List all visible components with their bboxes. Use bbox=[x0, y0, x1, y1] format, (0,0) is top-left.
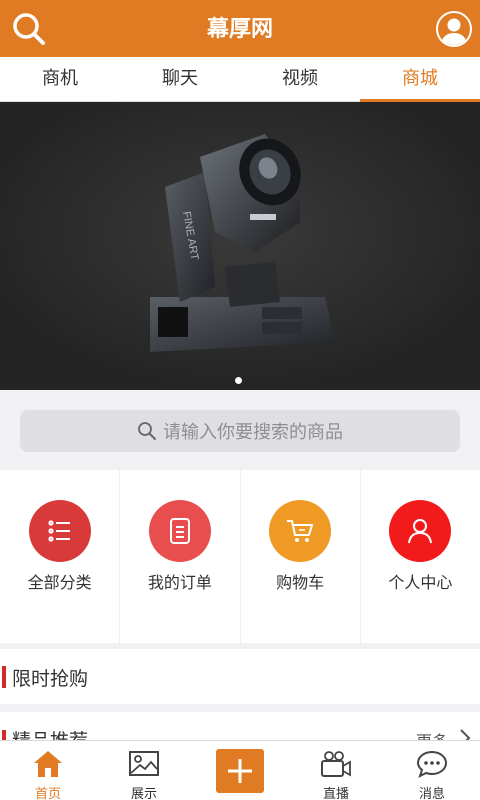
avatar-button[interactable] bbox=[436, 11, 472, 47]
tab-mall[interactable]: 商城 bbox=[360, 57, 480, 102]
nav-label: 首页 bbox=[34, 786, 61, 800]
chat-icon bbox=[416, 750, 448, 778]
search-placeholder: 请输入你要搜索的商品 bbox=[163, 422, 343, 442]
tab-chat[interactable]: 聊天 bbox=[120, 57, 240, 101]
order-icon bbox=[148, 500, 211, 562]
carousel-indicator[interactable] bbox=[235, 377, 242, 384]
bottom-nav: 首页 展示 直播 消息 bbox=[0, 740, 480, 800]
tab-business[interactable]: 商机 bbox=[0, 57, 120, 101]
quick-my-orders[interactable]: 我的订单 bbox=[120, 470, 241, 643]
nav-live[interactable]: 直播 bbox=[288, 741, 384, 800]
nav-showcase[interactable]: 展示 bbox=[96, 741, 192, 800]
quick-label: 购物车 bbox=[276, 575, 325, 592]
search-icon bbox=[138, 422, 156, 440]
flash-sale-title: 限时抢购 bbox=[12, 669, 89, 690]
product-search-input[interactable]: 请输入你要搜索的商品 bbox=[20, 410, 460, 452]
moving-head-light-image: FINE ART bbox=[0, 102, 480, 390]
quick-label: 个人中心 bbox=[388, 575, 453, 592]
nav-label: 直播 bbox=[322, 786, 349, 800]
quick-label: 全部分类 bbox=[27, 575, 92, 592]
plus-icon bbox=[216, 749, 264, 793]
search-section: 请输入你要搜索的商品 bbox=[0, 390, 480, 470]
video-camera-icon bbox=[321, 751, 351, 777]
home-icon bbox=[34, 751, 62, 777]
nav-home[interactable]: 首页 bbox=[0, 741, 96, 800]
tab-video[interactable]: 视频 bbox=[240, 57, 360, 101]
app-title: 幕厚网 bbox=[206, 16, 273, 41]
image-icon bbox=[129, 751, 159, 776]
top-bar: 幕厚网 bbox=[0, 0, 480, 57]
top-tabs: 商机 聊天 视频 商城 bbox=[0, 57, 480, 102]
banner-carousel[interactable]: FINE ART bbox=[0, 102, 480, 390]
nav-messages[interactable]: 消息 bbox=[384, 741, 480, 800]
section-accent-bar bbox=[2, 666, 6, 688]
quick-all-categories[interactable]: 全部分类 bbox=[0, 470, 121, 643]
quick-actions: 全部分类 我的订单 购物车 个人中心 bbox=[0, 470, 480, 643]
quick-cart[interactable]: 购物车 bbox=[241, 470, 361, 643]
nav-label: 消息 bbox=[418, 786, 445, 800]
user-icon bbox=[441, 18, 467, 45]
flash-sale-section[interactable]: 限时抢购 bbox=[0, 649, 480, 704]
quick-label: 我的订单 bbox=[147, 575, 212, 592]
person-icon bbox=[389, 500, 452, 562]
quick-personal-center[interactable]: 个人中心 bbox=[361, 470, 480, 643]
list-icon bbox=[28, 500, 91, 562]
cart-icon bbox=[269, 500, 332, 562]
nav-add[interactable] bbox=[192, 741, 288, 800]
nav-label: 展示 bbox=[130, 786, 157, 800]
